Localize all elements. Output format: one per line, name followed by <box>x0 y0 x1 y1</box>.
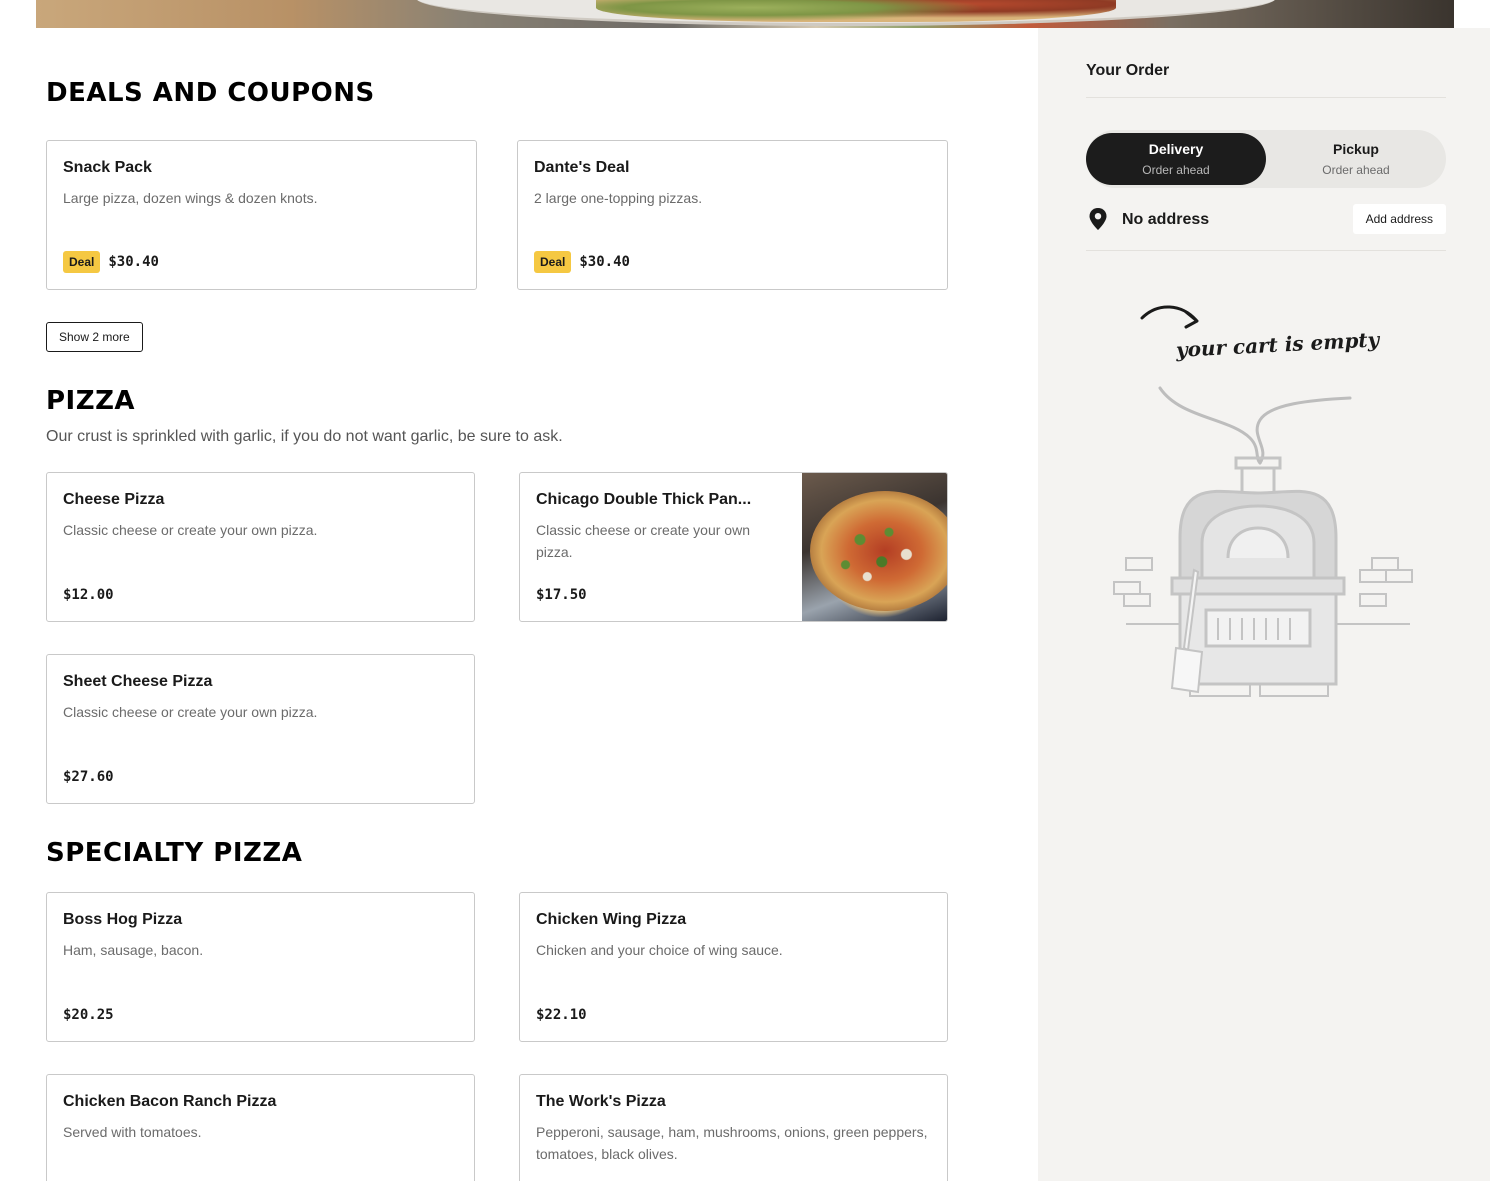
item-description: Served with tomatoes. <box>63 1124 202 1140</box>
delivery-label: Delivery <box>1148 141 1204 157</box>
section-title-deals: DEALS AND COUPONS <box>46 78 375 108</box>
deal-badge: Deal <box>534 251 572 273</box>
add-address-button[interactable]: Add address <box>1352 204 1446 234</box>
item-price: $12.00 <box>63 587 114 603</box>
menu-card-sheet-cheese-pizza[interactable]: Sheet Cheese Pizza Classic cheese or cre… <box>46 654 475 804</box>
item-description: Chicken and your choice of wing sauce. <box>536 942 783 958</box>
divider <box>1086 250 1446 251</box>
item-description: Classic cheese or create your own pizza. <box>63 522 318 538</box>
item-photo <box>802 473 947 621</box>
item-price: $30.40 <box>108 254 159 270</box>
order-title: Your Order <box>1086 62 1170 79</box>
pickup-sublabel: Order ahead <box>1322 163 1390 177</box>
menu-card-chicago-pan-pizza[interactable]: Chicago Double Thick Pan... Classic chee… <box>519 472 948 622</box>
item-price: $27.60 <box>63 769 114 785</box>
menu-card-chicken-bacon-ranch-pizza[interactable]: Chicken Bacon Ranch Pizza Served with to… <box>46 1074 475 1181</box>
item-name: Chicken Wing Pizza <box>536 911 687 928</box>
address-row: No address Add address <box>1086 202 1446 236</box>
menu-card-the-works-pizza[interactable]: The Work's Pizza Pepperoni, sausage, ham… <box>519 1074 948 1181</box>
menu-card-dantes-deal[interactable]: Dante's Deal 2 large one-topping pizzas.… <box>517 140 948 290</box>
item-description: Pepperoni, sausage, ham, mushrooms, onio… <box>536 1124 928 1162</box>
item-price: $17.50 <box>536 587 587 603</box>
hero-image <box>36 0 1454 28</box>
divider <box>1086 97 1446 98</box>
hero-food <box>596 0 1116 22</box>
item-description: Large pizza, dozen wings & dozen knots. <box>63 190 318 206</box>
deal-row: Deal $30.40 <box>63 251 159 273</box>
item-description: Ham, sausage, bacon. <box>63 942 204 958</box>
delivery-option[interactable]: Delivery Order ahead <box>1086 133 1266 185</box>
menu-card-cheese-pizza[interactable]: Cheese Pizza Classic cheese or create yo… <box>46 472 475 622</box>
item-name: The Work's Pizza <box>536 1093 666 1110</box>
delivery-sublabel: Order ahead <box>1142 163 1210 177</box>
address-text: No address <box>1122 211 1210 228</box>
menu-card-boss-hog-pizza[interactable]: Boss Hog Pizza Ham, sausage, bacon. $20.… <box>46 892 475 1042</box>
pizza-photo-toppings <box>802 473 947 621</box>
section-title-specialty: SPECIALTY PIZZA <box>46 838 303 868</box>
item-name: Chicago Double Thick Pan... <box>536 491 752 508</box>
menu-card-chicken-wing-pizza[interactable]: Chicken Wing Pizza Chicken and your choi… <box>519 892 948 1042</box>
show-more-deals-button[interactable]: Show 2 more <box>46 322 143 352</box>
item-name: Chicken Bacon Ranch Pizza <box>63 1093 277 1110</box>
pickup-label: Pickup <box>1333 141 1379 157</box>
item-description: Classic cheese or create your own pizza. <box>536 522 750 560</box>
map-pin-icon <box>1089 208 1107 230</box>
item-price: $30.40 <box>579 254 630 270</box>
pickup-option[interactable]: Pickup Order ahead <box>1266 133 1446 185</box>
item-description: 2 large one-topping pizzas. <box>534 190 703 206</box>
fulfillment-toggle: Delivery Order ahead Pickup Order ahead <box>1086 130 1446 188</box>
menu-card-snack-pack[interactable]: Snack Pack Large pizza, dozen wings & do… <box>46 140 477 290</box>
order-sidebar: Your Order Delivery Order ahead Pickup O… <box>1038 28 1490 1181</box>
section-subtitle-pizza: Our crust is sprinkled with garlic, if y… <box>46 428 563 445</box>
item-name: Snack Pack <box>63 159 152 176</box>
item-name: Cheese Pizza <box>63 491 165 508</box>
item-price: $22.10 <box>536 1007 587 1023</box>
deal-row: Deal $30.40 <box>534 251 630 273</box>
item-name: Boss Hog Pizza <box>63 911 183 928</box>
item-price: $20.25 <box>63 1007 114 1023</box>
section-title-pizza: PIZZA <box>46 386 136 416</box>
item-description: Classic cheese or create your own pizza. <box>63 704 318 720</box>
deal-badge: Deal <box>63 251 101 273</box>
item-name: Dante's Deal <box>534 159 630 176</box>
item-name: Sheet Cheese Pizza <box>63 673 213 690</box>
